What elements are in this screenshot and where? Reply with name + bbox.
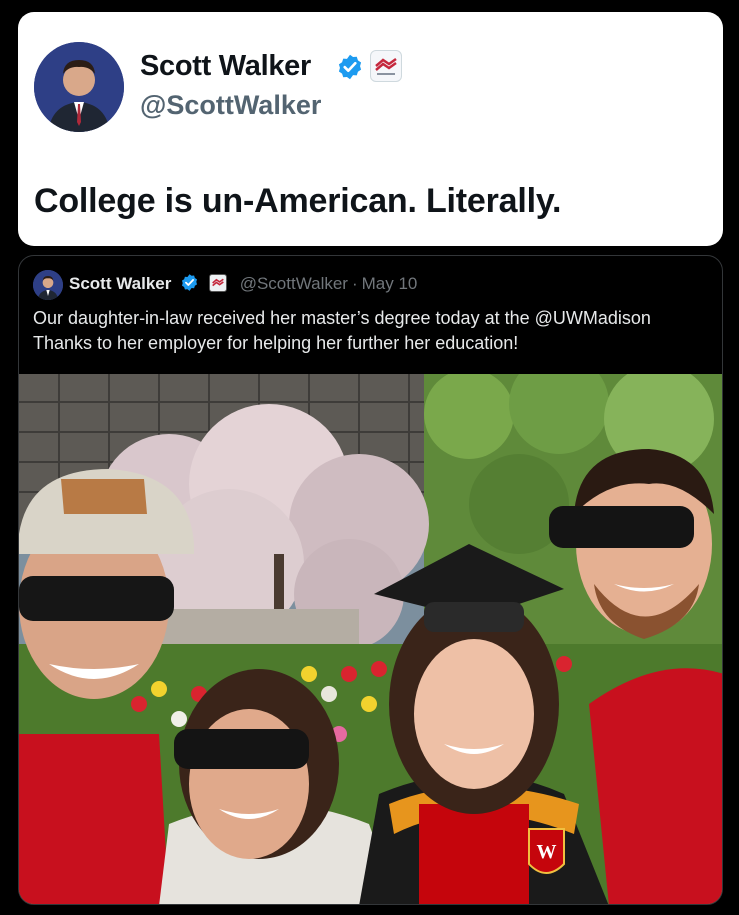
affiliate-badge-icon	[209, 274, 228, 292]
affiliate-badge-icon	[370, 50, 402, 82]
tweet-text: College is un-American. Literally.	[34, 182, 562, 220]
verified-badge-icon	[181, 274, 197, 291]
quoted-tweet-card[interactable]: Scott Walker @ScottWalker · May 10 Our dau…	[18, 255, 723, 905]
tweet-date[interactable]: May 10	[362, 274, 418, 293]
tweet-photo[interactable]: W	[19, 374, 722, 904]
quoted-handle[interactable]: @ScottWalker	[240, 274, 348, 293]
quoted-tweet-text: Our daughter-in-law received her master’…	[33, 306, 713, 356]
separator-dot: ·	[351, 274, 358, 293]
verified-badge-icon	[338, 54, 362, 80]
quoted-tweet-header: Scott Walker @ScottWalker · May 10	[69, 273, 417, 297]
avatar-image	[34, 42, 124, 132]
quoted-display-name[interactable]: Scott Walker	[69, 274, 171, 293]
quoted-avatar-image	[33, 270, 63, 300]
quoted-text-line-1: Our daughter-in-law received her master’…	[33, 308, 651, 328]
quoted-text-line-2: Thanks to her employer for helping her f…	[33, 333, 519, 353]
quoted-avatar[interactable]	[33, 270, 63, 300]
handle[interactable]: @ScottWalker	[140, 90, 321, 121]
graduation-photo: W	[19, 374, 722, 904]
display-name[interactable]: Scott Walker	[140, 50, 311, 83]
main-tweet-card[interactable]: Scott Walker @ScottWalker College is un-…	[18, 12, 723, 246]
crest-letter: W	[537, 841, 557, 863]
avatar[interactable]	[34, 42, 124, 132]
